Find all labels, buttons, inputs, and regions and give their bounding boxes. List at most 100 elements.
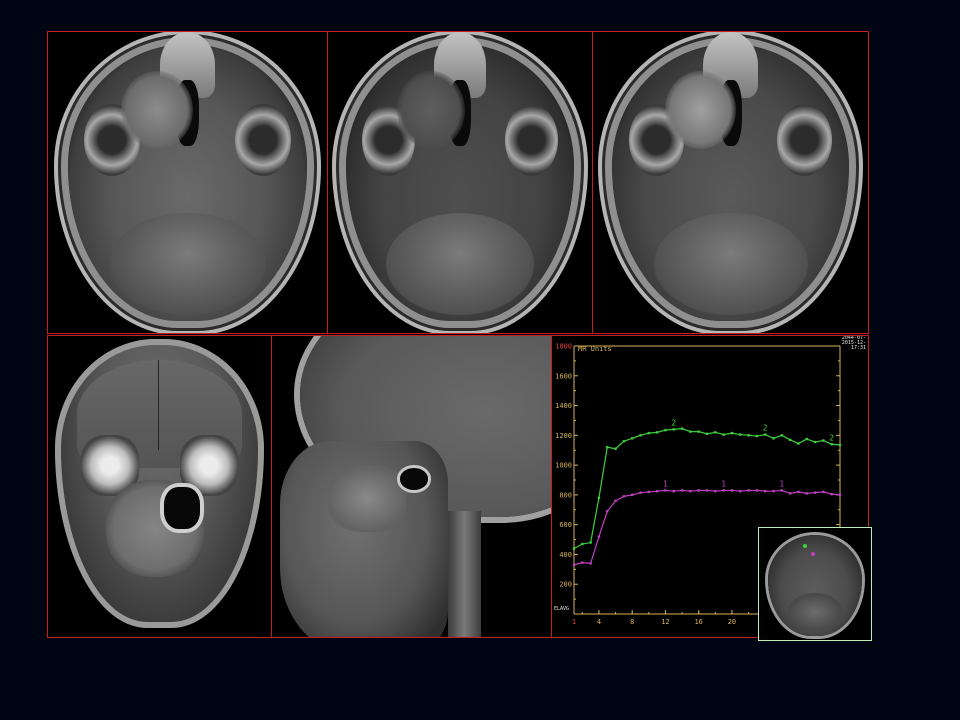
y-tick-label: 1000 — [555, 462, 572, 470]
x-tick-label: 16 — [694, 618, 702, 626]
series-1-label: 1 — [721, 479, 726, 488]
x-tick-label: 1 — [572, 618, 576, 626]
series-2-point — [705, 432, 709, 436]
series-1-point — [572, 563, 576, 567]
series-2-point — [714, 431, 717, 434]
series-2-label: 2 — [829, 433, 834, 442]
axial-postcontrast-image — [592, 31, 869, 334]
series-1-point — [780, 489, 784, 492]
y-tick-label: 200 — [559, 581, 572, 589]
roi-marker-1 — [803, 544, 807, 548]
x-tick-label: 12 — [661, 618, 669, 626]
chart-title: MR Units — [578, 345, 612, 353]
series-1-point — [730, 489, 734, 492]
sagittal-image — [271, 335, 552, 638]
series-1-point — [581, 561, 584, 564]
axial-t1-image — [327, 31, 593, 334]
cerebellum — [386, 212, 534, 315]
series-2-point — [606, 446, 609, 449]
series-2-point — [664, 428, 667, 432]
series-2-point — [830, 443, 833, 446]
series-1-point — [680, 489, 684, 492]
series-2-point — [755, 434, 759, 438]
series-2-point — [788, 438, 792, 441]
x-tick-label: 20 — [728, 618, 736, 626]
series-1-point — [739, 489, 742, 493]
right-orbit — [234, 104, 291, 177]
series-1-point — [697, 489, 700, 492]
series-1-point — [714, 489, 717, 493]
sinonasal-mass — [664, 71, 736, 150]
roi-locator-thumbnail — [758, 527, 872, 641]
interhemispheric-fissure — [158, 360, 160, 451]
series-1-point — [672, 489, 675, 493]
series-1-point — [655, 489, 659, 493]
series-1-point — [830, 492, 833, 496]
series-1-label: 1 — [779, 479, 784, 488]
series-2-point — [772, 437, 775, 440]
series-2-label: 2 — [763, 424, 768, 433]
series-2-point — [622, 440, 626, 443]
series-1-point — [614, 499, 617, 503]
series-1-point — [639, 491, 642, 494]
y-tick-label: 1800 — [555, 343, 572, 351]
cerebellum — [653, 212, 808, 315]
y-tick-label: 1400 — [555, 402, 572, 410]
series-2-point — [822, 439, 825, 442]
sinonasal-mass — [120, 71, 194, 150]
series-2-point — [780, 434, 784, 437]
x-tick-label: 4 — [597, 618, 601, 626]
series-1-point — [772, 489, 775, 493]
axial-t2-image — [47, 31, 328, 334]
series-1-point — [838, 493, 842, 497]
series-2-point — [763, 433, 767, 436]
series-1-point — [722, 489, 725, 492]
y-tick-label: 800 — [559, 491, 572, 499]
y-tick-label: 1200 — [555, 432, 572, 440]
series-1-label: 1 — [663, 479, 668, 488]
series-1-point — [597, 535, 601, 538]
series-2-point — [730, 431, 734, 435]
series-1-point — [755, 489, 759, 492]
roi-marker-2 — [811, 552, 815, 556]
series-1-point — [647, 490, 651, 494]
series-2-point — [722, 433, 725, 436]
series-1-point — [630, 493, 634, 497]
series-2-point — [581, 542, 584, 546]
series-1-point — [689, 489, 692, 493]
corner-line: 17:31 — [850, 345, 866, 351]
series-1-point — [705, 489, 709, 492]
series-2-point — [680, 427, 684, 430]
series-2-point — [647, 431, 651, 435]
series-2-point — [689, 430, 692, 433]
cerebellum — [109, 212, 266, 315]
series-2-point — [589, 541, 592, 544]
series-2-point — [797, 442, 800, 445]
y-tick-label: 600 — [559, 521, 572, 529]
series-2-point — [639, 434, 642, 437]
series-1-point — [797, 490, 800, 494]
series-2-point — [597, 496, 601, 500]
y-tick-label: 400 — [559, 551, 572, 559]
maxillary-air — [163, 486, 200, 529]
series-1-point — [747, 489, 750, 492]
series-1-point — [805, 492, 808, 495]
series-1-point — [763, 489, 767, 493]
right-orbit — [504, 104, 558, 177]
series-2-point — [572, 547, 576, 550]
sphenoid-sinus — [400, 468, 429, 490]
series-1-point — [589, 562, 592, 565]
study-date-info: 2044-07- 2015-12- 17:31 — [842, 336, 866, 351]
thumbnail-cerebellum — [788, 592, 842, 632]
series-2-point — [672, 428, 675, 431]
sinonasal-mass — [327, 465, 406, 532]
series-2-point — [697, 430, 700, 433]
x-tick-label: 8 — [630, 618, 634, 626]
chart-corner-label: ELAVG — [554, 606, 569, 612]
series-2-point — [739, 433, 742, 436]
series-2-point — [805, 437, 808, 441]
series-2-point — [655, 431, 659, 434]
series-1-point — [813, 491, 817, 494]
series-2-point — [838, 443, 842, 447]
series-1-point — [822, 490, 825, 494]
